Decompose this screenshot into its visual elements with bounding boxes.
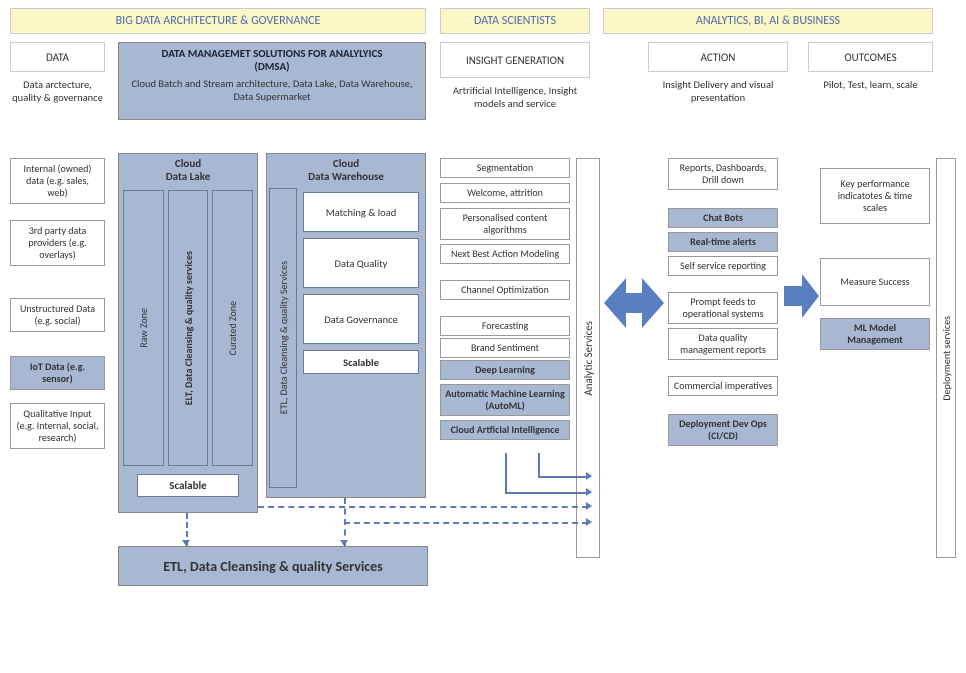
cdw-title: CloudData Warehouse bbox=[267, 154, 425, 186]
cdw-quality: Data Quality bbox=[303, 238, 419, 288]
action-selfservice: Self service reporting bbox=[668, 256, 778, 276]
action-reports: Reports, Dashboards, Drill down bbox=[668, 158, 778, 190]
action-chatbots: Chat Bots bbox=[668, 208, 778, 228]
outcome-measure: Measure Success bbox=[820, 258, 930, 306]
header-band-scientists: DATA SCIENTISTS bbox=[440, 8, 590, 34]
col-sub-data: Data arctecture, quality & governance bbox=[10, 78, 105, 104]
col-sub-insight: Artrificial Intelligence, Insight models… bbox=[440, 84, 590, 110]
insight-automl: Automatic Machine Learning (AutoML) bbox=[440, 384, 570, 416]
cdl-scalable: Scalable bbox=[137, 474, 239, 497]
col-title-action: ACTION bbox=[648, 42, 788, 72]
insight-deeplearning: Deep Learning bbox=[440, 360, 570, 380]
cdw-matching: Matching & load bbox=[303, 192, 419, 232]
col-title-dmsa: DATA MANAGEMET SOLUTIONS FOR ANALYLYICS(… bbox=[118, 42, 426, 120]
data-source-thirdparty: 3rd party data providers (e.g. overlays) bbox=[10, 220, 105, 266]
action-prompt: Prompt feeds to operational systems bbox=[668, 292, 778, 324]
insight-sentiment: Brand Sentiment bbox=[440, 338, 570, 358]
insight-channel: Channel Optimization bbox=[440, 280, 570, 300]
cdl-title: CloudData Lake bbox=[119, 154, 257, 186]
action-devops: Deployment Dev Ops (CI/CD) bbox=[668, 414, 778, 446]
data-source-qualitative: Qualitative Input (e.g. Internal, social… bbox=[10, 403, 105, 449]
outcome-kpi: Key performance indicatotes & time scale… bbox=[820, 168, 930, 224]
header-band-analytics: ANALYTICS, BI, AI & BUSINESS bbox=[603, 8, 933, 34]
action-dqreports: Data quality management reports bbox=[668, 328, 778, 360]
connector bbox=[538, 453, 540, 477]
outcome-mlmodel: ML Model Management bbox=[820, 318, 930, 350]
deployment-services-rail: Deployment services bbox=[936, 158, 956, 558]
col-title-insight: INSIGHT GENERATION bbox=[440, 42, 590, 78]
insight-cloudai: Cloud Artficial Intelligence bbox=[440, 420, 570, 440]
dmsa-title: DATA MANAGEMET SOLUTIONS FOR ANALYLYICS(… bbox=[129, 47, 415, 73]
action-alerts: Real-time alerts bbox=[668, 232, 778, 252]
insight-forecasting: Forecasting bbox=[440, 316, 570, 336]
data-source-iot: IoT Data (e.g. sensor) bbox=[10, 356, 105, 390]
cdw-etl: ETL, Data Cleansing & quality Services bbox=[277, 261, 290, 414]
insight-nba: Next Best Action Modeling bbox=[440, 244, 570, 264]
insight-personalised: Personalised content algorithms bbox=[440, 208, 570, 240]
arrowhead-icon bbox=[340, 540, 348, 546]
arrowhead-icon bbox=[586, 488, 592, 496]
action-commercial: Commercial imperatives bbox=[668, 376, 778, 396]
cloud-data-warehouse: CloudData Warehouse ETL, Data Cleansing … bbox=[266, 153, 426, 498]
arrowhead-icon bbox=[586, 518, 592, 526]
header-band-bigdata: BIG DATA ARCHITECTURE & GOVERNANCE bbox=[10, 8, 426, 34]
col-sub-action: Insight Delivery and visual presentation bbox=[648, 78, 788, 104]
cloud-data-lake: CloudData Lake Raw Zone ELT, Data Cleans… bbox=[118, 153, 258, 513]
architecture-diagram: BIG DATA ARCHITECTURE & GOVERNANCE DATA … bbox=[8, 8, 958, 665]
connector bbox=[505, 492, 588, 494]
connector bbox=[258, 506, 588, 508]
col-title-outcomes: OUTCOMES bbox=[808, 42, 933, 72]
analytic-services: Analytic Services bbox=[576, 158, 600, 558]
insight-segmentation: Segmentation bbox=[440, 158, 570, 178]
connector bbox=[538, 476, 588, 478]
cdl-curated: Curated Zone bbox=[226, 301, 239, 355]
connector bbox=[505, 453, 507, 493]
arrowhead-icon bbox=[586, 472, 592, 480]
arrow-right-icon bbox=[784, 271, 819, 321]
etl-services-bar: ETL, Data Cleansing & quality Services bbox=[118, 546, 428, 586]
dmsa-subtitle: Cloud Batch and Stream architecture, Dat… bbox=[129, 77, 415, 103]
connector bbox=[344, 522, 588, 524]
cdw-scalable: Scalable bbox=[303, 350, 419, 374]
arrowhead-icon bbox=[586, 502, 592, 510]
col-sub-outcomes: Pilot, Test, learn, scale bbox=[808, 78, 933, 91]
insight-welcome: Welcome, attrition bbox=[440, 183, 570, 203]
cdl-elt: ELT, Data Cleansing & quality services bbox=[182, 251, 195, 405]
col-title-data: DATA bbox=[10, 42, 105, 72]
cdw-governance: Data Governance bbox=[303, 294, 419, 344]
data-source-unstructured: Unstructured Data (e.g. social) bbox=[10, 298, 105, 332]
data-source-internal: Internal (owned) data (e.g. sales, web) bbox=[10, 158, 105, 204]
arrowhead-icon bbox=[182, 540, 190, 546]
cdl-raw-zone: Raw Zone bbox=[137, 308, 150, 348]
bidirectional-arrow-icon bbox=[604, 268, 664, 338]
